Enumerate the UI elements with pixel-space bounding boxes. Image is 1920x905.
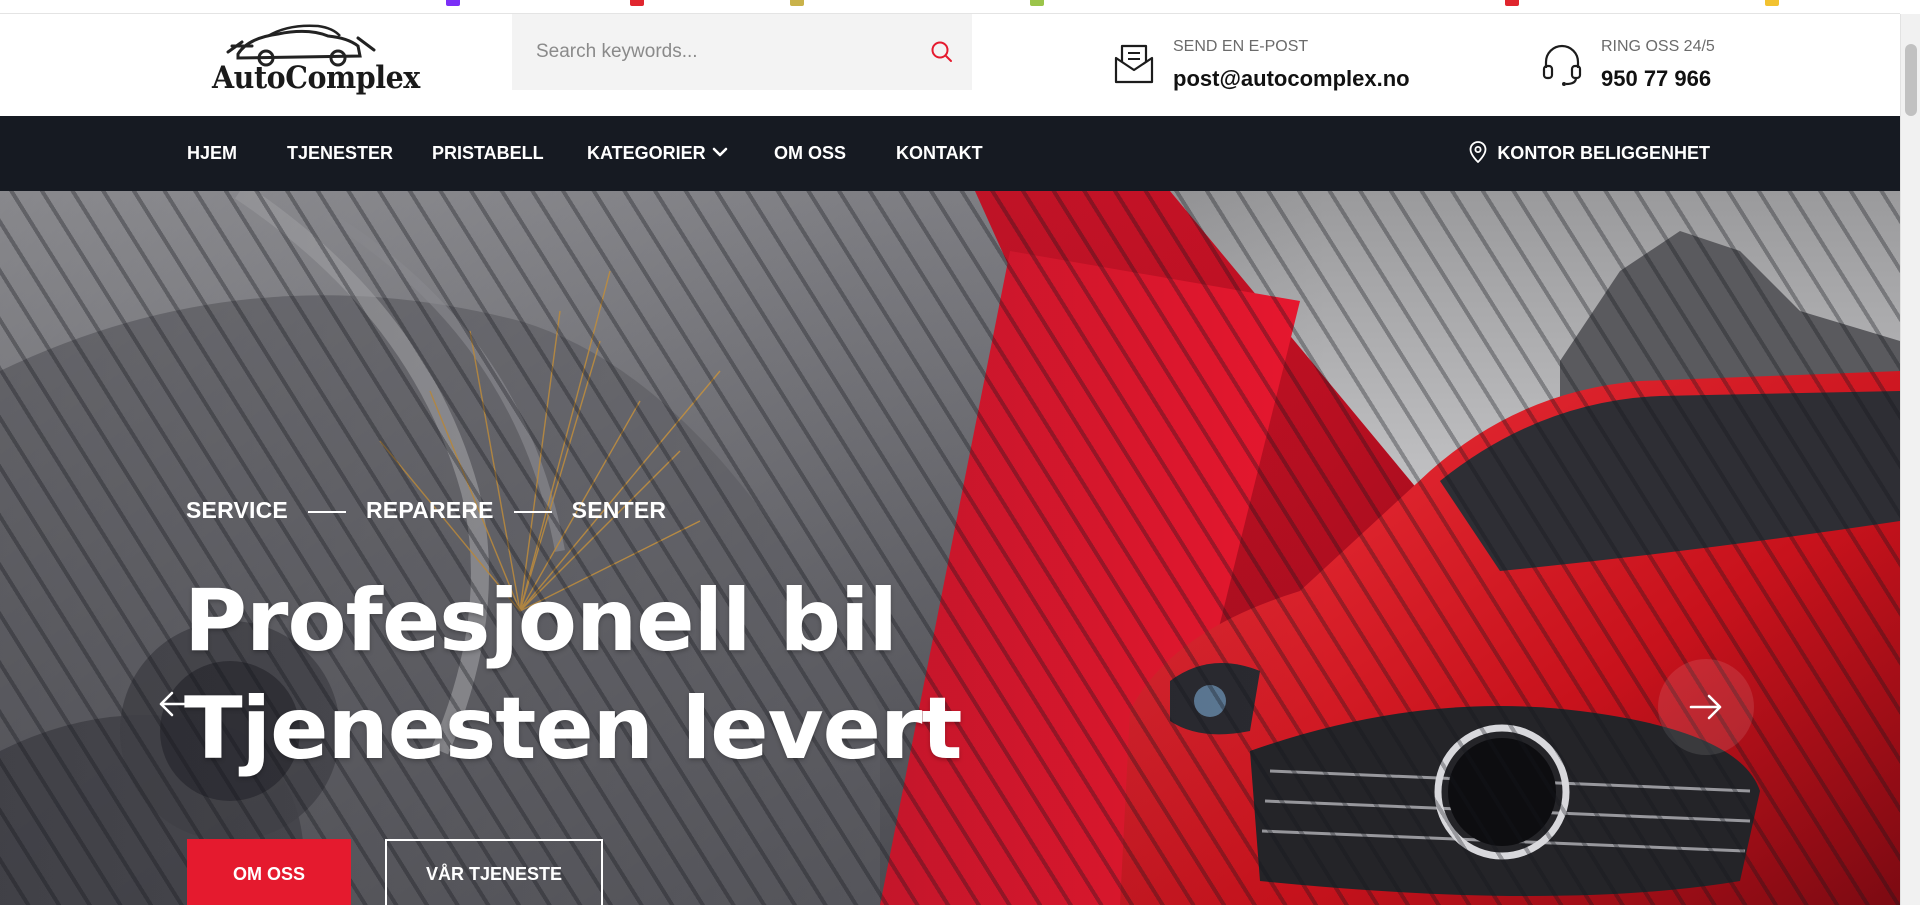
hero-kicker: SERVICE REPARERE SENTER: [186, 497, 666, 524]
page-scrollbar[interactable]: [1900, 14, 1920, 905]
bookmark-favicon[interactable]: [790, 0, 804, 6]
slider-prev-button[interactable]: [148, 677, 202, 731]
bookmark-favicon[interactable]: [1030, 0, 1044, 6]
hero-kicker-dash: [307, 510, 346, 513]
nav-item-tjenester[interactable]: TJENESTER: [287, 116, 393, 191]
office-location-link[interactable]: KONTOR BELIGGENHET: [1469, 116, 1710, 191]
bookmark-strip: [0, 0, 1900, 14]
chevron-down-icon: [712, 147, 727, 157]
bookmark-favicon[interactable]: [446, 0, 460, 6]
bookmark-favicon[interactable]: [630, 0, 644, 6]
map-pin-icon: [1469, 141, 1487, 164]
envelope-icon: [1114, 44, 1154, 84]
nav-item-hjem[interactable]: HJEM: [187, 116, 237, 191]
logo-text: AutoComplex: [212, 60, 420, 96]
hero-kicker-word: SERVICE: [186, 497, 288, 523]
page: AutoComplex SEND EN E-POST post@autocomp…: [0, 0, 1920, 905]
hero-kicker-word: REPARERE: [365, 497, 494, 523]
about-us-button[interactable]: OM OSS: [187, 839, 351, 905]
bookmark-favicon[interactable]: [1505, 0, 1519, 6]
hero-headline-line: Tjenesten levert: [184, 679, 963, 779]
search-icon: [931, 41, 952, 62]
our-services-button[interactable]: VÅR TJENESTE: [385, 839, 603, 905]
phone-label: RING OSS 24/5: [1601, 38, 1715, 55]
nav-item-label: KATEGORIER: [587, 143, 706, 163]
hero-headline-line: Profesjonell bil: [184, 571, 898, 671]
main-nav: HJEM TJENESTER PRISTABELL KATEGORIER OM …: [0, 116, 1900, 191]
nav-item-kontakt[interactable]: KONTAKT: [896, 116, 983, 191]
nav-item-kategorier[interactable]: KATEGORIER: [587, 116, 728, 191]
email-label: SEND EN E-POST: [1173, 38, 1309, 55]
slider-next-button[interactable]: [1658, 659, 1754, 755]
arrow-right-icon: [1689, 694, 1722, 720]
hero-shade-overlay: [0, 191, 1900, 905]
email-address[interactable]: post@autocomplex.no: [1173, 66, 1410, 92]
search-input[interactable]: [512, 14, 912, 90]
arrow-left-icon: [159, 691, 192, 717]
logo[interactable]: AutoComplex: [208, 16, 420, 112]
nav-item-pristabell[interactable]: PRISTABELL: [432, 116, 544, 191]
bookmark-favicon[interactable]: [1765, 0, 1779, 6]
nav-item-om-oss[interactable]: OM OSS: [774, 116, 846, 191]
search-button[interactable]: [928, 38, 956, 66]
headset-icon: [1542, 44, 1582, 86]
phone-number[interactable]: 950 77 966: [1601, 66, 1711, 92]
hero-kicker-dash: [513, 510, 552, 513]
office-location-label: KONTOR BELIGGENHET: [1497, 143, 1710, 163]
search-bar: [512, 14, 972, 90]
site-header: AutoComplex SEND EN E-POST post@autocomp…: [0, 14, 1900, 116]
scrollbar-thumb[interactable]: [1905, 44, 1917, 116]
hero-headline: Profesjonell bil Tjenesten levert: [184, 567, 963, 783]
hero-slider: SERVICE REPARERE SENTER Profesjonell bil T…: [0, 191, 1900, 905]
hero-kicker-word: SENTER: [571, 497, 667, 523]
